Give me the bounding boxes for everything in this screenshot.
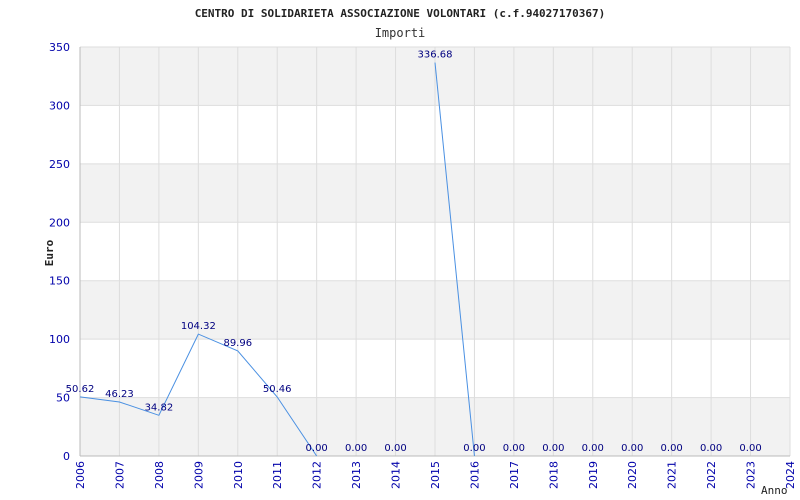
x-tick-label: 2007 xyxy=(113,461,126,489)
data-label: 34.82 xyxy=(145,402,174,413)
data-label: 104.32 xyxy=(181,321,216,332)
x-tick-label: 2006 xyxy=(74,461,87,489)
x-tick-label: 2021 xyxy=(666,461,679,489)
data-label: 0.00 xyxy=(739,443,761,454)
data-label: 0.00 xyxy=(582,443,604,454)
x-tick-label: 2009 xyxy=(192,461,205,489)
y-tick-label: 250 xyxy=(49,158,70,171)
data-label: 0.00 xyxy=(661,443,683,454)
x-tick-label: 2008 xyxy=(153,461,166,489)
chart-title: CENTRO DI SOLIDARIETA ASSOCIAZIONE VOLON… xyxy=(195,7,606,20)
x-tick-label: 2016 xyxy=(468,461,481,489)
data-label: 0.00 xyxy=(542,443,564,454)
x-tick-label: 2012 xyxy=(311,461,324,489)
chart-subtitle: Importi xyxy=(375,26,426,40)
x-tick-label: 2020 xyxy=(626,461,639,489)
x-tick-labels: 2006 2007 2008 2009 2010 2011 2012 2013 2014 2015… xyxy=(74,461,797,489)
x-tick-label: 2014 xyxy=(390,461,403,489)
data-label: 336.68 xyxy=(418,50,453,61)
chart-canvas: 0 50 100 150 200 250 300 350 2006 2007 2008 2009 20… xyxy=(0,0,800,500)
x-tick-label: 2018 xyxy=(547,461,560,489)
data-label: 0.00 xyxy=(384,443,406,454)
x-tick-label: 2017 xyxy=(508,461,521,489)
line-chart: 050100150200250300350 2006 2007 2008 2009 20… xyxy=(43,7,797,497)
gridlines xyxy=(79,46,791,457)
data-label: 46.23 xyxy=(105,389,134,400)
series-segment xyxy=(434,62,475,457)
x-axis-label: Anno xyxy=(761,484,788,497)
x-tick-label: 2015 xyxy=(429,461,442,489)
data-label: 0.00 xyxy=(306,443,328,454)
data-label: 0.00 xyxy=(621,443,643,454)
y-tick-label: 200 xyxy=(49,216,70,229)
y-axis-label: Euro xyxy=(43,239,56,266)
x-tick-label: 2010 xyxy=(232,461,245,489)
x-tick-label: 2011 xyxy=(271,461,284,489)
x-tick-label: 2013 xyxy=(350,461,363,489)
data-label: 50.62 xyxy=(66,384,95,395)
x-tick-label: 2022 xyxy=(705,461,718,489)
data-label: 0.00 xyxy=(700,443,722,454)
y-tick-label: 350 xyxy=(49,41,70,54)
data-label: 0.00 xyxy=(463,443,485,454)
y-tick-label: 300 xyxy=(49,99,70,112)
y-tick-label: 0 xyxy=(63,450,70,463)
x-tick-label: 2023 xyxy=(745,461,758,489)
data-label: 0.00 xyxy=(503,443,525,454)
data-label: 0.00 xyxy=(345,443,367,454)
x-tick-label: 2019 xyxy=(587,461,600,489)
y-tick-label: 100 xyxy=(49,333,70,346)
data-label: 50.46 xyxy=(263,384,292,395)
data-label: 89.96 xyxy=(223,338,252,349)
y-tick-label: 150 xyxy=(49,275,70,288)
